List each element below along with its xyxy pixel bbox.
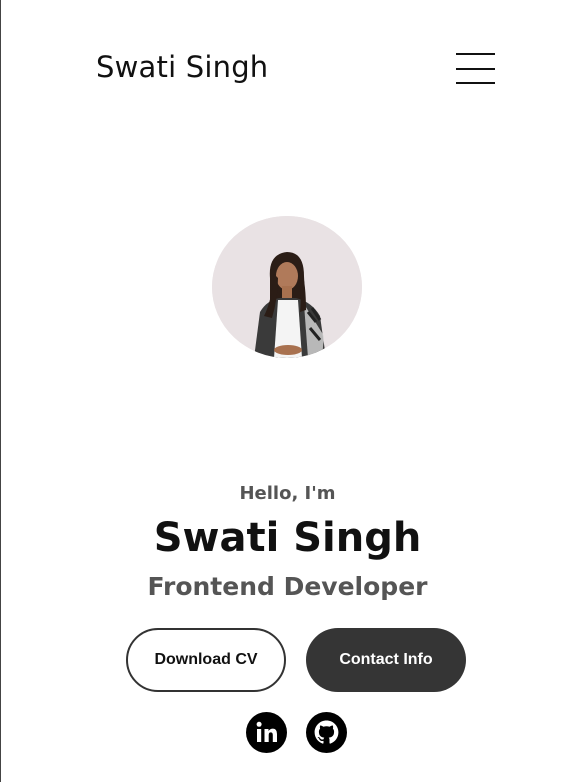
hamburger-line	[456, 53, 495, 55]
github-icon[interactable]	[306, 712, 347, 753]
hero-name: Swati Singh	[153, 515, 422, 561]
profile-photo	[212, 216, 362, 358]
greeting-text: Hello, I'm	[239, 483, 336, 504]
hamburger-line	[456, 68, 495, 70]
linkedin-icon[interactable]	[246, 712, 287, 753]
profile-avatar	[212, 216, 362, 358]
contact-info-button[interactable]: Contact Info	[306, 628, 466, 692]
site-logo[interactable]: Swati Singh	[96, 50, 268, 84]
hamburger-menu-icon[interactable]	[456, 53, 495, 85]
hamburger-line	[456, 82, 495, 84]
download-cv-button[interactable]: Download CV	[126, 628, 286, 692]
hero-role: Frontend Developer	[147, 572, 428, 601]
page: Swati Singh Hello, I'm Swati Singh Front…	[0, 0, 573, 782]
